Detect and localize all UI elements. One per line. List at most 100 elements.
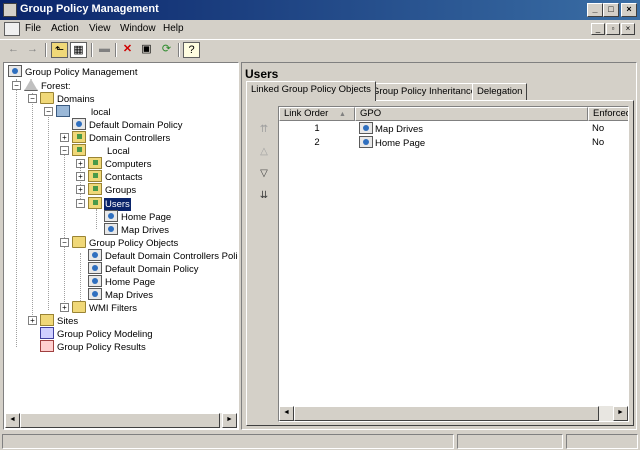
status-segment-main xyxy=(2,434,454,449)
back-arrow-icon[interactable]: ← xyxy=(5,42,22,58)
scroll-left-button[interactable]: ◄ xyxy=(5,413,20,428)
tree-domain-controllers[interactable]: Domain Controllers xyxy=(72,131,171,144)
forest-collapse-button[interactable]: − xyxy=(12,81,21,90)
row-2-gpo[interactable]: Home Page xyxy=(359,136,425,150)
tree-groups[interactable]: Groups xyxy=(88,183,137,196)
refresh-icon[interactable]: ⟳ xyxy=(158,42,175,58)
contacts-expand-button[interactable]: + xyxy=(76,172,85,181)
sites-expand-button[interactable]: + xyxy=(28,316,37,325)
sites-folder-icon xyxy=(40,314,54,326)
row-1-gpo[interactable]: Map Drives xyxy=(359,122,423,136)
gpo-icon xyxy=(88,249,102,261)
menu-file[interactable]: File xyxy=(25,23,41,34)
tree-ou-local[interactable]: Local xyxy=(72,144,131,157)
column-header-link-order[interactable]: Link Order ▲ xyxy=(279,107,355,121)
row-1-enforced[interactable]: No xyxy=(592,122,604,136)
domains-collapse-button[interactable]: − xyxy=(28,94,37,103)
tab-linked-gpos[interactable]: Linked Group Policy Objects xyxy=(246,81,376,101)
scroll-thumb[interactable] xyxy=(294,406,599,421)
tree-wmi-filters[interactable]: WMI Filters xyxy=(72,301,138,314)
maximize-button[interactable]: □ xyxy=(603,3,619,17)
tree-connector xyxy=(16,79,17,347)
tree-group-policy-results[interactable]: Group Policy Results xyxy=(40,340,147,353)
tree-horizontal-scrollbar[interactable]: ◄ ► xyxy=(5,413,237,428)
linked-gpo-list[interactable]: Link Order ▲ GPO Enforced 1 Map Drives N… xyxy=(278,106,629,422)
computers-expand-button[interactable]: + xyxy=(76,159,85,168)
minimize-button[interactable]: _ xyxy=(587,3,603,17)
gpo-link-icon xyxy=(104,223,118,235)
print-icon[interactable]: ▬ xyxy=(96,42,113,58)
gpo-link-icon xyxy=(104,210,118,222)
wmi-filters-expand-button[interactable]: + xyxy=(60,303,69,312)
tree-contacts[interactable]: Contacts xyxy=(88,170,144,183)
tree-sites[interactable]: Sites xyxy=(40,314,79,327)
menu-window[interactable]: Window xyxy=(120,23,156,34)
delete-icon[interactable]: ✕ xyxy=(119,42,136,58)
tree-connector xyxy=(80,253,81,301)
move-to-bottom-icon[interactable]: ⇊ xyxy=(257,189,271,203)
move-up-icon[interactable]: △ xyxy=(257,145,271,159)
column-header-enforced[interactable]: Enforced xyxy=(588,107,628,121)
gpo-link-icon xyxy=(359,136,373,148)
gpo-icon xyxy=(88,275,102,287)
tree-group-policy-modeling[interactable]: Group Policy Modeling xyxy=(40,327,154,340)
gpo-container-collapse-button[interactable]: − xyxy=(60,238,69,247)
child-close-button[interactable]: × xyxy=(621,23,635,35)
move-down-icon[interactable]: ▽ xyxy=(257,167,271,181)
tree-computers[interactable]: Computers xyxy=(88,157,152,170)
scroll-right-button[interactable]: ► xyxy=(613,406,628,421)
forward-arrow-icon[interactable]: → xyxy=(24,42,41,58)
ou-icon xyxy=(72,131,86,143)
properties-icon[interactable]: ▣ xyxy=(138,42,155,58)
menu-view[interactable]: View xyxy=(89,23,111,34)
tree-connector xyxy=(64,147,65,302)
tree-forest[interactable]: Forest: xyxy=(24,79,72,92)
console-tree[interactable]: Group Policy Management − Forest: − Doma… xyxy=(3,62,239,430)
tree-gpo-default-domain-policy[interactable]: Default Domain Policy xyxy=(88,262,199,275)
domain-collapse-button[interactable]: − xyxy=(44,107,53,116)
tree-users[interactable]: Users xyxy=(88,197,132,212)
row-1-link-order[interactable]: 1 xyxy=(279,122,355,136)
tab-gp-inheritance[interactable]: Group Policy Inheritance xyxy=(367,83,482,100)
tree-default-domain-policy-link[interactable]: Default Domain Policy xyxy=(72,118,183,131)
tree-users-home-page-link[interactable]: Home Page xyxy=(104,210,172,223)
domain-controllers-expand-button[interactable]: + xyxy=(60,133,69,142)
tree-gpo-home-page[interactable]: Home Page xyxy=(88,275,156,288)
column-header-gpo[interactable]: GPO xyxy=(355,107,588,121)
tree-connector xyxy=(32,93,33,323)
up-one-level-icon[interactable]: ⬑ xyxy=(51,42,68,58)
menu-help[interactable]: Help xyxy=(163,23,184,34)
tree-users-map-drives-link[interactable]: Map Drives xyxy=(104,223,170,236)
help-icon[interactable]: ? xyxy=(183,42,200,58)
forest-icon xyxy=(24,79,38,91)
tree-gpo-default-dc-policy[interactable]: Default Domain Controllers Policy xyxy=(88,249,238,262)
gpo-icon xyxy=(88,262,102,274)
users-collapse-button[interactable]: − xyxy=(76,199,85,208)
close-button[interactable]: × xyxy=(621,3,637,17)
toolbar: ← → ⬑ ▦ ▬ ✕ ▣ ⟳ ? xyxy=(0,39,640,60)
title-bar: Group Policy Management _ □ × xyxy=(0,0,640,20)
gpo-link-icon xyxy=(72,118,86,130)
row-2-enforced[interactable]: No xyxy=(592,136,604,150)
row-2-link-order[interactable]: 2 xyxy=(279,136,355,150)
scroll-left-button[interactable]: ◄ xyxy=(279,406,294,421)
show-hide-tree-icon[interactable]: ▦ xyxy=(70,42,87,58)
list-horizontal-scrollbar[interactable]: ◄ ► xyxy=(279,406,628,421)
tab-delegation[interactable]: Delegation xyxy=(472,83,528,100)
mmc-document-icon[interactable] xyxy=(4,22,20,36)
scroll-right-button[interactable]: ► xyxy=(222,413,237,428)
groups-expand-button[interactable]: + xyxy=(76,185,85,194)
move-to-top-icon[interactable]: ⇈ xyxy=(257,123,271,137)
tree-root[interactable]: Group Policy Management xyxy=(8,65,138,78)
tree-domains[interactable]: Domains xyxy=(40,92,96,105)
ou-local-collapse-button[interactable]: − xyxy=(60,146,69,155)
child-restore-button[interactable]: ▫ xyxy=(606,23,620,35)
menu-action[interactable]: Action xyxy=(51,23,79,34)
tree-gpo-map-drives[interactable]: Map Drives xyxy=(88,288,154,301)
tree-domain-local[interactable]: local xyxy=(56,105,112,118)
child-minimize-button[interactable]: _ xyxy=(591,23,605,35)
tree-group-policy-objects[interactable]: Group Policy Objects xyxy=(72,236,179,249)
scroll-thumb[interactable] xyxy=(20,413,220,428)
app-icon xyxy=(3,3,17,17)
sort-ascending-icon: ▲ xyxy=(339,111,346,118)
